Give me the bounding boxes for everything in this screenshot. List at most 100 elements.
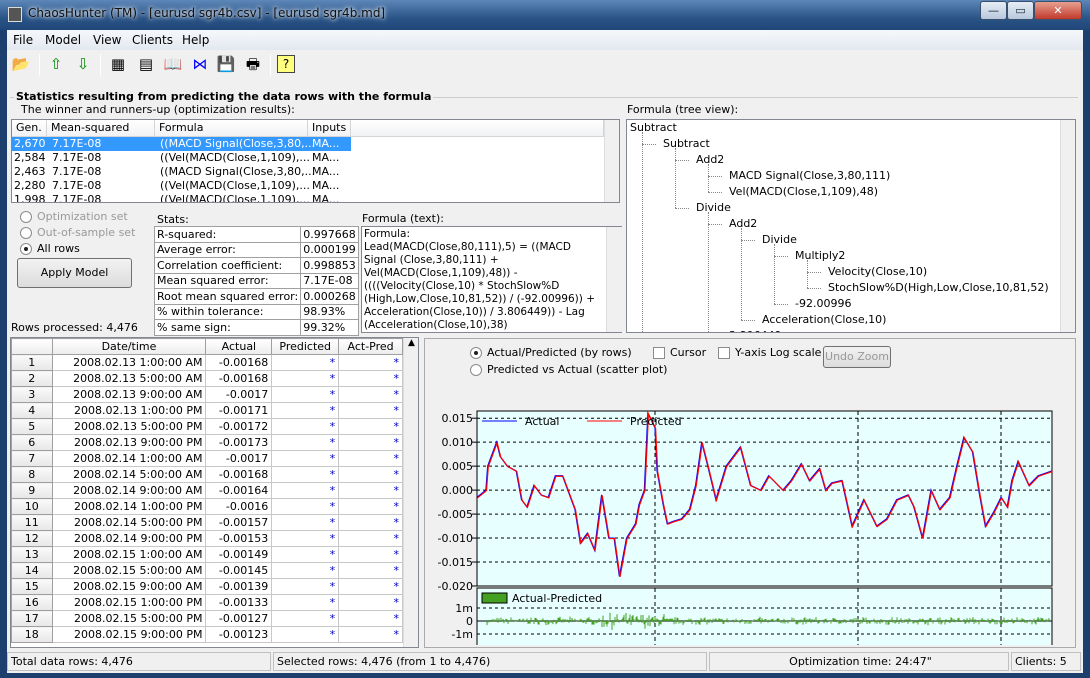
result-row[interactable]: 2,463 7.17E-08 ((MACD Signal(Close,3,80,..… bbox=[12, 165, 351, 179]
grid-row[interactable]: 14 2008.02.15 5:00:00 AM -0.00145 * * bbox=[11, 562, 403, 579]
result-row[interactable]: 2,670 7.17E-08 ((MACD Signal(Close,3,80,..… bbox=[12, 137, 351, 151]
grid-cell[interactable]: 12 bbox=[11, 530, 53, 547]
grid-row[interactable]: 5 2008.02.13 5:00:00 PM -0.00172 * * bbox=[11, 418, 403, 435]
tree-node[interactable]: Acceleration(Close,10) bbox=[762, 313, 886, 326]
open-folder-icon[interactable]: 📂 bbox=[10, 53, 32, 75]
formula-tree[interactable]: Subtract Subtract Add2 MACD Signal(Close,3,… bbox=[626, 119, 1076, 333]
menu-clients[interactable]: Clients bbox=[132, 33, 173, 47]
results-scrollbar[interactable] bbox=[604, 120, 619, 202]
radio-actual-predicted[interactable]: Actual/Predicted (by rows) bbox=[470, 344, 667, 361]
log-scale-checkbox[interactable]: Y-axis Log scale bbox=[718, 346, 821, 359]
grid-row[interactable]: 6 2008.02.13 9:00:00 PM -0.00173 * * bbox=[11, 434, 403, 451]
grid-row[interactable]: 8 2008.02.14 5:00:00 AM -0.00168 * * bbox=[11, 466, 403, 483]
tree-node[interactable]: StochSlow%D(High,Low,Close,10,81,52) bbox=[828, 281, 1049, 294]
result-row[interactable]: 2,584 7.17E-08 ((Vel(MACD(Close,1,109),...… bbox=[12, 151, 351, 165]
print-icon[interactable]: 🖶 bbox=[242, 53, 264, 75]
grid-cell[interactable]: 13 bbox=[11, 546, 53, 563]
col-formula[interactable]: Formula bbox=[155, 120, 308, 137]
tree-node[interactable]: Add2 bbox=[729, 217, 757, 230]
tree-node[interactable]: 3.806449 bbox=[729, 329, 782, 332]
grid-row[interactable]: 10 2008.02.14 1:00:00 PM -0.0016 * * bbox=[11, 498, 403, 515]
col-gen[interactable]: Gen. bbox=[12, 120, 47, 137]
grid-cell[interactable]: 11 bbox=[11, 514, 53, 531]
grid-row[interactable]: 1 2008.02.13 1:00:00 AM -0.00168 * * bbox=[11, 354, 403, 371]
tree-node[interactable]: Velocity(Close,10) bbox=[828, 265, 927, 278]
grid-cell[interactable]: 6 bbox=[11, 434, 53, 451]
grid-col-header[interactable]: Act-Pred bbox=[338, 338, 403, 355]
grid-cell[interactable]: 7 bbox=[11, 450, 53, 467]
minimize-button[interactable]: — bbox=[980, 1, 1007, 20]
help-icon[interactable]: ? bbox=[277, 55, 295, 73]
grid-row[interactable]: 4 2008.02.13 1:00:00 PM -0.00171 * * bbox=[11, 402, 403, 419]
grid-cell[interactable]: 14 bbox=[11, 562, 53, 579]
grid-row[interactable]: 7 2008.02.14 1:00:00 AM -0.0017 * * bbox=[11, 450, 403, 467]
grid-row[interactable]: 16 2008.02.15 1:00:00 PM -0.00133 * * bbox=[11, 594, 403, 611]
grid-row[interactable]: 12 2008.02.14 9:00:00 PM -0.00153 * * bbox=[11, 530, 403, 547]
tree-node[interactable]: Divide bbox=[696, 201, 731, 214]
grid-cell[interactable]: 3 bbox=[11, 386, 53, 403]
tree-node[interactable]: Subtract bbox=[663, 137, 710, 150]
col-inputs[interactable]: Inputs bbox=[308, 120, 351, 137]
grid-cell[interactable]: 16 bbox=[11, 594, 53, 611]
grid-row[interactable]: 3 2008.02.13 9:00:00 AM -0.0017 * * bbox=[11, 386, 403, 403]
stat-value: 99.32% bbox=[300, 319, 359, 336]
apply-model-button[interactable]: Apply Model bbox=[17, 258, 132, 288]
undo-zoom-button[interactable]: Undo Zoom bbox=[823, 346, 891, 368]
grid-scrollbar[interactable]: ▲ bbox=[403, 338, 418, 647]
formula-textbox[interactable]: Formula: Lead(MACD(Close,80,111),5) = ((… bbox=[361, 226, 622, 333]
grid-col-header[interactable]: Actual bbox=[205, 338, 273, 355]
inputs-outputs-icon[interactable]: ▤ bbox=[135, 53, 157, 75]
grid-row[interactable]: 9 2008.02.14 9:00:00 AM -0.00164 * * bbox=[11, 482, 403, 499]
radio-all-rows[interactable]: All rows bbox=[20, 241, 135, 257]
grid-row[interactable]: 18 2008.02.15 9:00:00 PM -0.00123 * * bbox=[11, 626, 403, 643]
save-icon[interactable]: 💾 bbox=[215, 53, 237, 75]
grid-cell[interactable]: 2 bbox=[11, 370, 53, 387]
grid-cell[interactable]: 15 bbox=[11, 578, 53, 595]
col-mse[interactable]: Mean-squared error bbox=[47, 120, 155, 150]
tree-node[interactable]: Vel(MACD(Close,1,109),48) bbox=[729, 185, 878, 198]
menu-help[interactable]: Help bbox=[182, 33, 209, 47]
grid-row[interactable]: 17 2008.02.15 5:00:00 PM -0.00127 * * bbox=[11, 610, 403, 627]
grid-cell[interactable]: 10 bbox=[11, 498, 53, 515]
tree-node[interactable]: Multiply2 bbox=[795, 249, 845, 262]
tree-node[interactable]: Subtract bbox=[630, 121, 677, 134]
radio-optimization-set[interactable]: Optimization set bbox=[20, 209, 135, 225]
grid-col-header[interactable] bbox=[11, 338, 53, 355]
menu-model[interactable]: Model bbox=[45, 33, 81, 47]
tree-scrollbar[interactable] bbox=[1060, 120, 1075, 332]
grid-row[interactable]: 15 2008.02.15 9:00:00 AM -0.00139 * * bbox=[11, 578, 403, 595]
results-list[interactable]: Gen. Mean-squared error Formula Inputs 2… bbox=[11, 119, 620, 203]
grid-col-header[interactable]: Predicted bbox=[271, 338, 340, 355]
export-icon[interactable]: ⇩ bbox=[72, 53, 94, 75]
chart[interactable]: 0.015 0.010 0.005 0.000 -0.005 -0.010 -0.015 -0… bbox=[420, 375, 1080, 645]
close-button[interactable]: ✕ bbox=[1034, 1, 1082, 20]
maximize-button[interactable]: ▭ bbox=[1007, 1, 1034, 20]
grid-row[interactable]: 11 2008.02.14 5:00:00 PM -0.00157 * * bbox=[11, 514, 403, 531]
tree-node[interactable]: Add2 bbox=[696, 153, 724, 166]
grid-cell[interactable]: 18 bbox=[11, 626, 53, 643]
menu-file[interactable]: File bbox=[13, 33, 33, 47]
result-row[interactable]: 2,280 7.17E-08 ((Vel(MACD(Close,1,109),...… bbox=[12, 179, 351, 193]
import-icon[interactable]: ⇧ bbox=[45, 53, 67, 75]
grid-cell[interactable]: 1 bbox=[11, 354, 53, 371]
grid-row[interactable]: 13 2008.02.15 1:00:00 AM -0.00149 * * bbox=[11, 546, 403, 563]
grid-cell[interactable]: 5 bbox=[11, 418, 53, 435]
network-icon[interactable]: ⋈ bbox=[189, 53, 211, 75]
formula-scrollbar[interactable] bbox=[606, 227, 622, 332]
grid-cell[interactable]: 4 bbox=[11, 402, 53, 419]
tree-node[interactable]: Divide bbox=[762, 233, 797, 246]
grid-cell[interactable]: 9 bbox=[11, 482, 53, 499]
grid-cell[interactable]: 17 bbox=[11, 610, 53, 627]
grid-cell[interactable]: 8 bbox=[11, 466, 53, 483]
grid-col-header[interactable]: Date/time bbox=[51, 338, 207, 355]
grid-row[interactable]: 2 2008.02.13 5:00:00 AM -0.00168 * * bbox=[11, 370, 403, 387]
menu-view[interactable]: View bbox=[93, 33, 121, 47]
tree-node[interactable]: -92.00996 bbox=[795, 297, 851, 310]
data-grid-icon[interactable]: ▦ bbox=[107, 53, 129, 75]
tree-node[interactable]: MACD Signal(Close,3,80,111) bbox=[729, 169, 890, 182]
cursor-checkbox[interactable]: Cursor bbox=[653, 346, 706, 359]
data-grid[interactable]: Date/time Actual Predicted Act-Pred 1 2008.02… bbox=[10, 337, 419, 648]
radio-out-of-sample-set[interactable]: Out-of-sample set bbox=[20, 225, 135, 241]
result-row[interactable]: 1,998 7.17E-08 ((Vel(MACD(Close,1,109),...… bbox=[12, 193, 351, 202]
book-icon[interactable]: 📖 bbox=[162, 53, 184, 75]
